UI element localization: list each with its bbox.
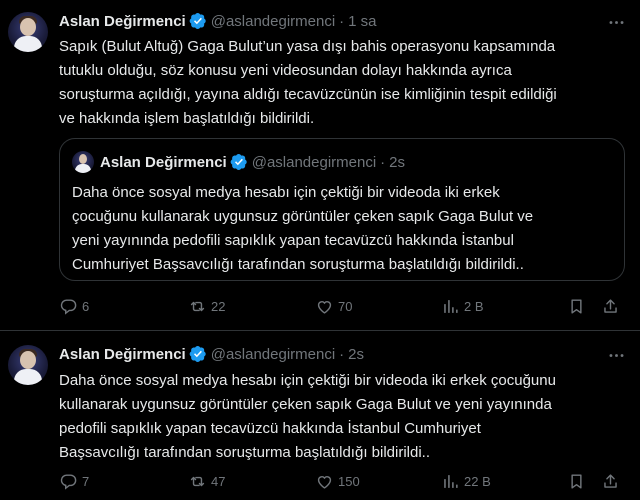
repost-icon (190, 301, 205, 312)
like-button[interactable]: 70 (315, 297, 352, 316)
like-count: 150 (338, 474, 360, 489)
more-icon[interactable] (606, 345, 626, 365)
quote-timestamp: 2s (389, 153, 406, 171)
views-icon (444, 475, 458, 488)
like-icon (317, 301, 332, 314)
reply-button[interactable]: 6 (59, 297, 89, 316)
share-icon (604, 299, 617, 313)
quoted-tweet[interactable]: Aslan Değirmenci @aslandegirmenci · 2s D… (59, 138, 625, 281)
reply-button[interactable]: 7 (59, 472, 89, 491)
bookmark-button[interactable] (567, 472, 586, 491)
like-icon (317, 476, 332, 489)
bookmark-icon (571, 474, 582, 489)
timestamp[interactable]: 2s (348, 346, 364, 363)
repost-count: 22 (211, 299, 226, 314)
repost-button[interactable]: 47 (188, 472, 225, 491)
share-button[interactable] (601, 297, 620, 316)
action-bar: 7 47 150 22 B (59, 472, 629, 492)
tweet-text-line: Başsavcılığı tarafından soruşturma başla… (59, 444, 431, 461)
repost-button[interactable]: 22 (188, 297, 225, 316)
quote-text-line: yeni yayınında pedofili sapıklık yapan t… (72, 232, 514, 249)
repost-count: 47 (211, 474, 226, 489)
reply-count: 6 (82, 299, 90, 314)
timestamp[interactable]: 1 sa (348, 13, 376, 30)
tweet[interactable]: Aslan Değirmenci @aslandegirmenci · 1 sa… (0, 0, 640, 330)
quote-author-handle: @aslandegirmenci (251, 153, 377, 171)
share-button[interactable] (601, 472, 620, 491)
separator-dot: · (339, 12, 345, 30)
quote-text-line: çocuğunu kullanarak uygunsuz görüntüler … (72, 208, 534, 225)
tweet-text-line: kullanarak uygunsuz görüntüler çeken sap… (59, 396, 552, 413)
avatar[interactable] (8, 12, 48, 52)
verified-badge-icon (189, 12, 206, 30)
like-button[interactable]: 150 (315, 472, 360, 491)
tweet-text-line: pedofili sapıklık yapan tecavüzcü hakkın… (59, 420, 481, 437)
views-button[interactable]: 22 B (441, 472, 491, 491)
views-icon (444, 300, 458, 313)
tweet-text-line: Sapık (Bulut Altuğ) Gaga Bulut’un yasa d… (59, 38, 556, 55)
separator-dot: · (339, 345, 345, 363)
quote-header: Aslan Değirmenci @aslandegirmenci · 2s (100, 153, 405, 171)
repost-icon (190, 476, 205, 487)
author-name[interactable]: Aslan Değirmenci (59, 346, 186, 363)
views-count: 2 B (464, 299, 484, 314)
tweet-text-line: soruşturma açıldığı, yayına aldığı tecav… (59, 86, 557, 103)
tweet-text-line: tutuklu olduğu, söz konusu yeni videosun… (59, 62, 512, 79)
reply-count: 7 (82, 474, 90, 489)
tweet-header: Aslan Değirmenci @aslandegirmenci · 2s (59, 345, 364, 363)
views-count: 22 B (464, 474, 491, 489)
quote-text-line: Daha önce sosyal medya hesabı için çekti… (72, 184, 500, 201)
tweet-text-line: ve hakkında işlem başlatıldığı bildirild… (59, 110, 315, 127)
quote-author-name: Aslan Değirmenci (100, 153, 227, 171)
separator-dot: · (380, 153, 386, 171)
author-handle[interactable]: @aslandegirmenci (211, 346, 335, 363)
more-icon[interactable] (606, 12, 626, 32)
author-name[interactable]: Aslan Değirmenci (59, 13, 186, 30)
bookmark-button[interactable] (567, 297, 586, 316)
like-count: 70 (338, 299, 353, 314)
verified-badge-icon (189, 345, 206, 363)
quote-text-line: Cumhuriyet Başsavcılığı tarafından soruş… (72, 256, 524, 273)
share-icon (604, 474, 617, 488)
tweet-header: Aslan Değirmenci @aslandegirmenci · 1 sa (59, 12, 377, 30)
reply-icon (60, 474, 77, 490)
tweet[interactable]: Aslan Değirmenci @aslandegirmenci · 2s D… (0, 331, 640, 500)
bookmark-icon (571, 299, 582, 314)
tweet-text-line: Daha önce sosyal medya hesabı için çekti… (59, 372, 556, 389)
views-button[interactable]: 2 B (441, 297, 484, 316)
quote-avatar (72, 151, 94, 173)
verified-badge-icon (230, 153, 247, 171)
reply-icon (60, 299, 77, 315)
author-handle[interactable]: @aslandegirmenci (211, 13, 335, 30)
avatar[interactable] (8, 345, 48, 385)
action-bar: 6 22 70 2 B (59, 297, 629, 317)
